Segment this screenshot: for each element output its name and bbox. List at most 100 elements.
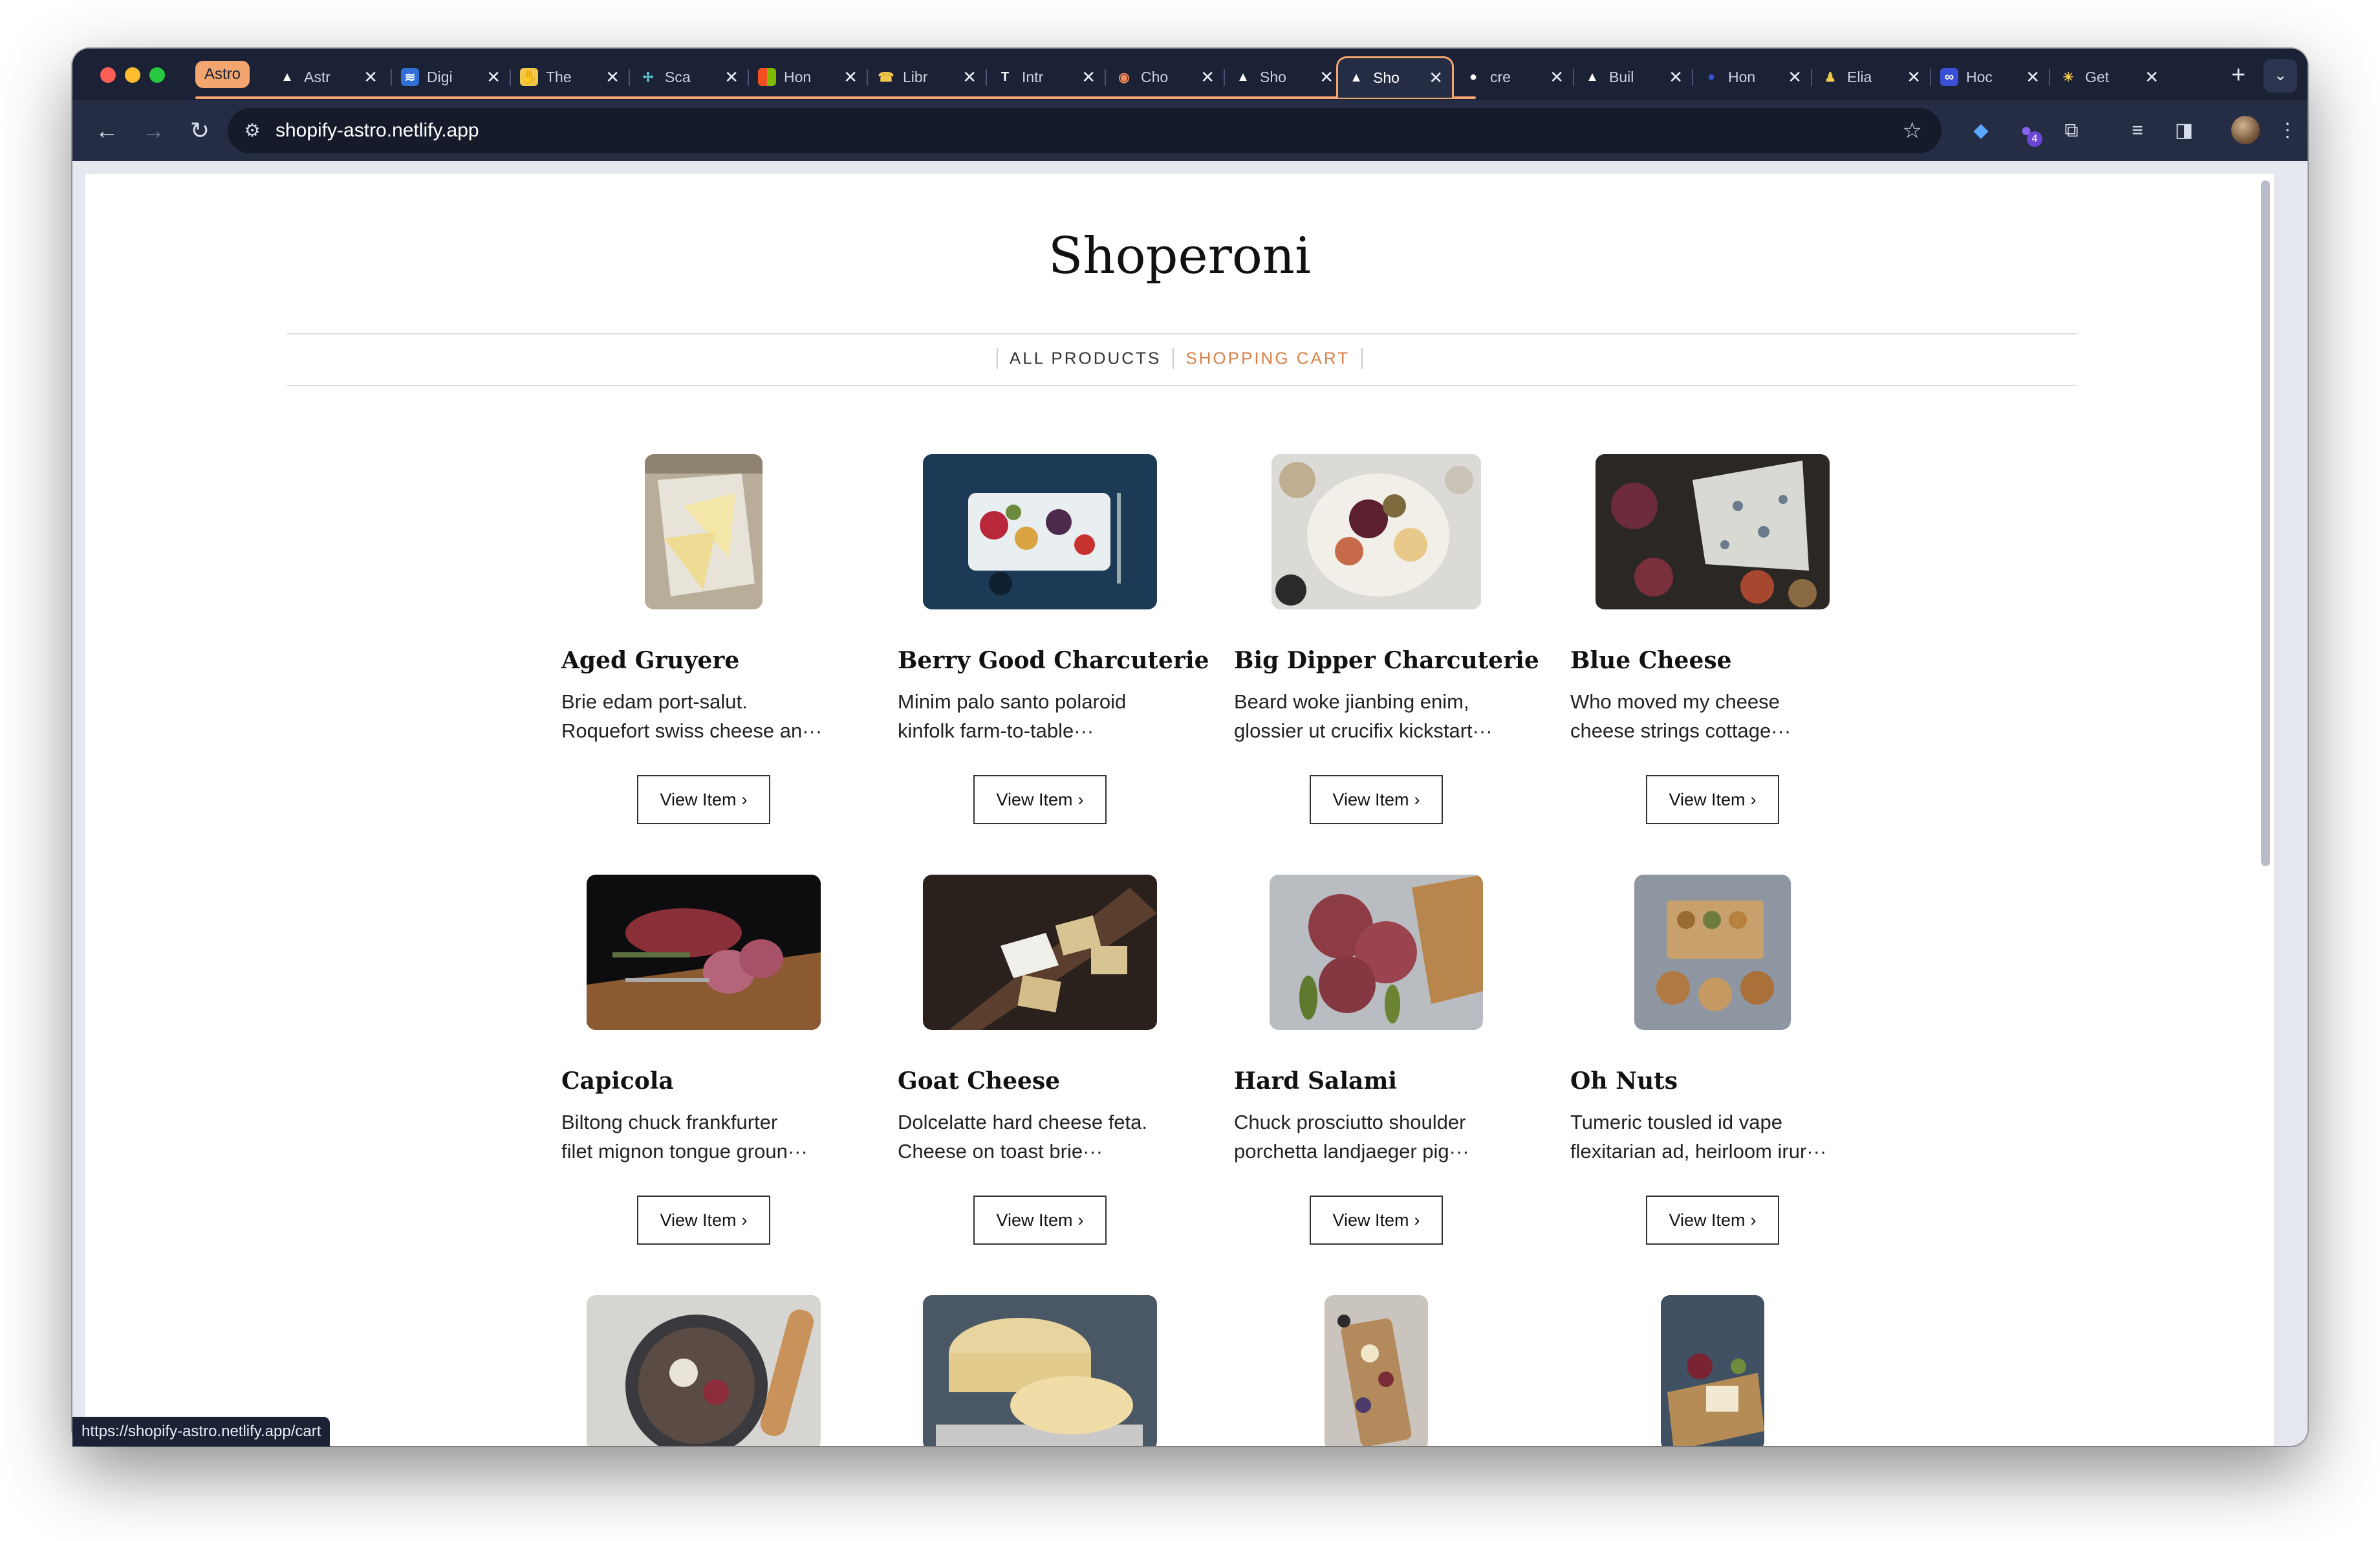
- tab-astro-1[interactable]: ▲ Astr ✕: [269, 56, 387, 98]
- view-item-button[interactable]: View Item ›: [637, 775, 770, 824]
- nav-divider: [287, 385, 2077, 386]
- product-title[interactable]: Blue Cheese: [1570, 647, 1732, 674]
- view-item-button[interactable]: View Item ›: [637, 1196, 770, 1245]
- close-tab-icon[interactable]: ✕: [1788, 67, 1802, 87]
- reload-button[interactable]: ↻: [184, 115, 216, 147]
- close-tab-icon[interactable]: ✕: [1550, 67, 1564, 87]
- tab-home-microsoft[interactable]: Hon ✕: [749, 56, 867, 98]
- close-tab-icon[interactable]: ✕: [1429, 68, 1443, 88]
- close-tab-icon[interactable]: ✕: [363, 67, 378, 87]
- product-image[interactable]: [645, 454, 763, 609]
- close-tab-icon[interactable]: ✕: [843, 67, 858, 87]
- product-image[interactable]: [1661, 1295, 1764, 1446]
- menu-kebab-icon[interactable]: ⋮: [2271, 115, 2304, 147]
- site-info-icon[interactable]: ⚙: [241, 119, 264, 142]
- tab-build[interactable]: ▲ Buil ✕: [1574, 56, 1692, 98]
- tab-choose[interactable]: ◉ Cho ✕: [1106, 56, 1224, 98]
- product-description: Brie edam port-salut. Roquefort swiss che…: [561, 690, 823, 742]
- chevron-right-icon: ›: [741, 789, 748, 809]
- product-description: Dolcelatte hard cheese feta. Cheese on to…: [898, 1111, 1148, 1163]
- close-tab-icon[interactable]: ✕: [1319, 67, 1334, 87]
- tab-shop-1[interactable]: ▲ Sho ✕: [1225, 56, 1343, 98]
- tab-search-button[interactable]: ⌄: [2264, 59, 2297, 93]
- tab-github[interactable]: ● cre ✕: [1455, 56, 1573, 98]
- nav-shopping-cart[interactable]: SHOPPING CART: [1185, 349, 1350, 368]
- close-tab-icon[interactable]: ✕: [724, 67, 739, 87]
- view-item-button[interactable]: View Item ›: [1310, 1196, 1443, 1245]
- product-image[interactable]: [1596, 454, 1830, 609]
- page-scrollbar[interactable]: [2261, 180, 2270, 866]
- product-image[interactable]: [1634, 875, 1791, 1030]
- view-item-button[interactable]: View Item ›: [973, 1196, 1107, 1245]
- close-tab-icon[interactable]: ✕: [2026, 67, 2040, 87]
- library-icon: ☎: [878, 70, 894, 85]
- tab-title: Hon: [784, 68, 812, 85]
- product-image[interactable]: [1325, 1295, 1428, 1446]
- product-image[interactable]: [923, 454, 1157, 609]
- profile-avatar[interactable]: [2231, 116, 2260, 144]
- maximize-window-button[interactable]: [149, 67, 165, 83]
- tab-the[interactable]: ✋ The ✕: [511, 56, 629, 98]
- view-item-button[interactable]: View Item ›: [1646, 1196, 1779, 1245]
- product-title[interactable]: Berry Good Charcuterie: [898, 647, 1209, 674]
- product-title[interactable]: Capicola: [561, 1067, 674, 1095]
- product-title[interactable]: Goat Cheese: [898, 1067, 1060, 1095]
- link-icon: ∞: [1940, 68, 1958, 86]
- minimize-window-button[interactable]: [125, 67, 140, 83]
- side-panel-icon[interactable]: ◨: [2168, 115, 2200, 147]
- extension-badge-icon[interactable]: ● 4: [2010, 115, 2042, 147]
- close-tab-icon[interactable]: ✕: [605, 67, 620, 87]
- close-tab-icon[interactable]: ✕: [1200, 67, 1215, 87]
- chevron-right-icon: ›: [1414, 1210, 1420, 1230]
- product-image[interactable]: [1270, 875, 1483, 1030]
- tab-group-chip[interactable]: Astro: [195, 61, 250, 88]
- ts-icon: T: [1001, 69, 1010, 84]
- back-button[interactable]: ←: [91, 115, 123, 147]
- product-image[interactable]: [587, 875, 821, 1030]
- product-image[interactable]: [587, 1295, 821, 1446]
- nav-all-products[interactable]: ALL PRODUCTS: [1010, 349, 1161, 368]
- extensions-puzzle-icon[interactable]: ⧉: [2055, 115, 2088, 147]
- view-item-button[interactable]: View Item ›: [1646, 775, 1779, 824]
- tab-hoc[interactable]: ∞ Hoc ✕: [1931, 56, 2049, 98]
- tab-shop-active[interactable]: ▲ Sho ✕: [1336, 56, 1454, 98]
- new-tab-button[interactable]: +: [2231, 63, 2245, 87]
- close-tab-icon[interactable]: ✕: [1669, 67, 1683, 87]
- close-tab-icon[interactable]: ✕: [2145, 67, 2159, 87]
- bookmark-star-icon[interactable]: ☆: [1903, 108, 1922, 153]
- tab-digital[interactable]: ≋ Digi ✕: [392, 56, 510, 98]
- nav-separator: [1173, 348, 1174, 369]
- astro-icon: ▲: [1350, 71, 1363, 85]
- product-image[interactable]: [923, 1295, 1157, 1446]
- product-title[interactable]: Hard Salami: [1234, 1067, 1397, 1095]
- tab-get[interactable]: ☀ Get ✕: [2050, 56, 2168, 98]
- address-bar[interactable]: ⚙ shopify-astro.netlify.app ☆: [228, 108, 1942, 153]
- close-tab-icon[interactable]: ✕: [486, 67, 501, 87]
- product-title[interactable]: Aged Gruyere: [561, 647, 739, 674]
- view-item-button[interactable]: View Item ›: [1310, 775, 1443, 824]
- forward-button[interactable]: →: [137, 115, 169, 147]
- sun-icon: ☀: [2062, 70, 2074, 85]
- tab-library[interactable]: ☎ Libr ✕: [868, 56, 986, 98]
- tab-elia[interactable]: ♟ Elia ✕: [1812, 56, 1930, 98]
- product-image[interactable]: [923, 875, 1157, 1030]
- url-text[interactable]: shopify-astro.netlify.app: [276, 108, 479, 153]
- product-title[interactable]: Big Dipper Charcuterie: [1234, 647, 1539, 674]
- close-tab-icon[interactable]: ✕: [1907, 67, 1921, 87]
- media-control-icon[interactable]: ≡: [2121, 115, 2154, 147]
- product-description: Chuck prosciutto shoulder porchetta landj…: [1234, 1111, 1469, 1163]
- close-tab-icon[interactable]: ✕: [1081, 67, 1096, 87]
- product-title[interactable]: Oh Nuts: [1570, 1067, 1678, 1095]
- close-window-button[interactable]: [100, 67, 116, 83]
- hand-icon: ✋: [520, 68, 538, 86]
- tab-home-2[interactable]: ● Hon ✕: [1693, 56, 1811, 98]
- product-description: Biltong chuck frankfurter filet mignon to…: [561, 1111, 808, 1163]
- close-tab-icon[interactable]: ✕: [962, 67, 977, 87]
- tab-intro[interactable]: T Intr ✕: [987, 56, 1105, 98]
- github-icon: ●: [1469, 69, 1478, 84]
- chevron-right-icon: ›: [1077, 1210, 1084, 1230]
- product-image[interactable]: [1271, 454, 1481, 609]
- gem-extension-icon[interactable]: ◆: [1965, 115, 1997, 147]
- tab-scale[interactable]: ✢ Sca ✕: [630, 56, 748, 98]
- view-item-button[interactable]: View Item ›: [973, 775, 1107, 824]
